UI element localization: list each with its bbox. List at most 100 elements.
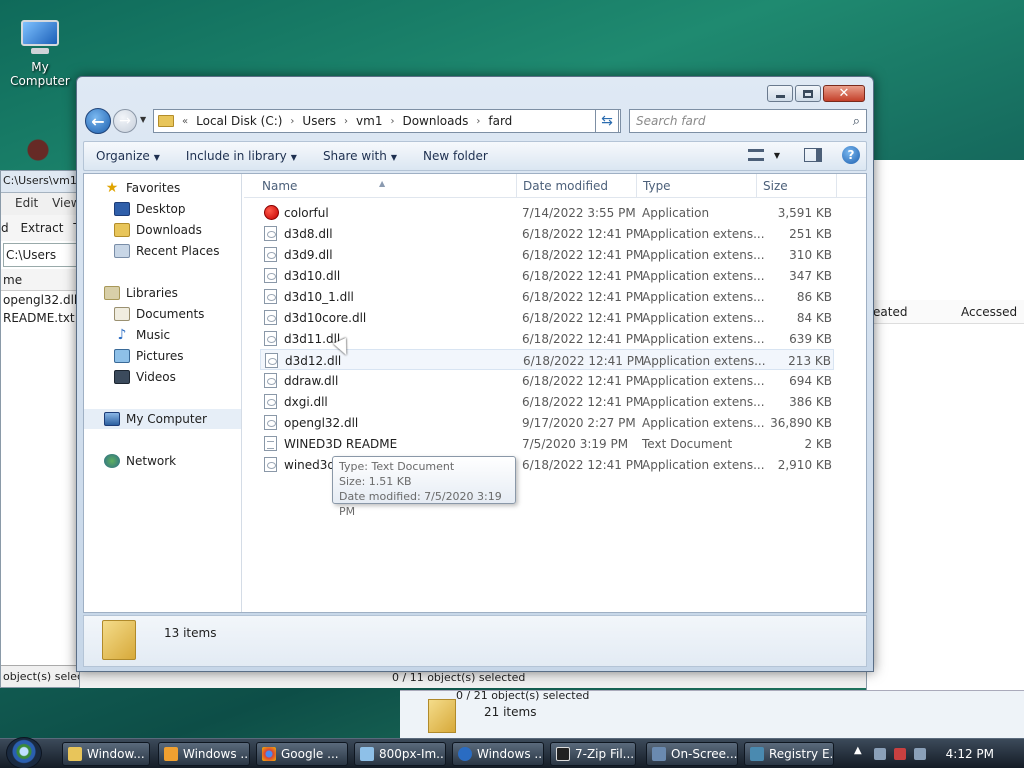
minimize-button[interactable] xyxy=(767,85,793,102)
background-window-right[interactable]: eated Accessed xyxy=(866,160,1024,690)
bg-list-item[interactable]: opengl32.dll xyxy=(1,291,79,309)
bg-menu-edit[interactable]: Edit xyxy=(15,196,38,210)
bg-col-name[interactable]: me xyxy=(1,269,79,291)
organize-button[interactable]: Organize ▼ xyxy=(84,149,174,163)
bg-list-item[interactable]: README.txt xyxy=(1,309,79,327)
media-player-icon xyxy=(164,747,178,761)
network-status-icon[interactable] xyxy=(874,748,886,760)
background-window-left[interactable]: C:\Users\vm1\ Edit View d Extract T C:\U… xyxy=(0,170,81,688)
taskbar-item[interactable]: On-Scree... xyxy=(646,742,738,766)
breadcrumb-item[interactable]: Users xyxy=(298,114,340,128)
taskbar-item[interactable]: Registry E... xyxy=(744,742,834,766)
taskbar-item[interactable]: Windows ... xyxy=(452,742,544,766)
address-bar[interactable]: « Local Disk (C:) › Users › vm1 › Downlo… xyxy=(153,109,621,133)
taskbar-label: 800px-Im... xyxy=(379,747,446,761)
desktop-icon-my-computer[interactable]: My Computer xyxy=(4,18,76,88)
file-row[interactable]: d3d10_1.dll 6/18/2022 12:41 PM Application… xyxy=(260,286,834,307)
nav-pictures[interactable]: Pictures xyxy=(114,346,184,366)
preview-pane-icon[interactable] xyxy=(804,148,822,162)
nav-network[interactable]: Network xyxy=(104,451,176,471)
dll-file-icon xyxy=(264,331,277,346)
nav-desktop[interactable]: Desktop xyxy=(114,199,186,219)
nav-my-computer[interactable]: My Computer xyxy=(84,409,241,429)
bg-col-created[interactable]: eated xyxy=(873,305,907,319)
libraries-icon xyxy=(104,286,120,300)
file-type: Application extens... xyxy=(642,416,765,430)
chevron-right-icon[interactable]: › xyxy=(340,116,352,127)
documents-icon xyxy=(114,307,130,321)
back-button[interactable]: ← xyxy=(85,108,111,134)
search-input[interactable]: Search fard ⌕ xyxy=(629,109,867,133)
file-date: 6/18/2022 12:41 PM xyxy=(522,332,644,346)
arrow-right-icon: → xyxy=(119,113,131,129)
nav-label: Music xyxy=(136,328,171,342)
views-icon[interactable] xyxy=(747,149,764,161)
file-row[interactable]: WINED3D README 7/5/2020 3:19 PM Text Docum… xyxy=(260,433,834,454)
taskbar-item[interactable]: Windows ... xyxy=(158,742,250,766)
column-date-modified[interactable]: Date modified xyxy=(523,179,608,193)
bg-col-accessed[interactable]: Accessed xyxy=(961,305,1017,319)
security-alert-icon[interactable] xyxy=(894,748,906,760)
start-button[interactable] xyxy=(6,737,42,768)
chevron-right-icon[interactable]: › xyxy=(472,116,484,127)
explorer-window[interactable]: ✕ ← → ▼ « Local Disk (C:) › Users › vm1 … xyxy=(76,76,874,672)
column-size[interactable]: Size xyxy=(763,179,788,193)
chevron-up-icon[interactable]: ▲ xyxy=(854,745,862,756)
file-row[interactable]: opengl32.dll 9/17/2020 2:27 PM Application… xyxy=(260,412,834,433)
taskbar-item[interactable]: Google ... xyxy=(256,742,348,766)
help-icon[interactable]: ? xyxy=(842,146,860,164)
file-type: Application extens... xyxy=(642,332,765,346)
nav-recent-places[interactable]: Recent Places xyxy=(114,241,219,261)
breadcrumb-item[interactable]: Downloads xyxy=(398,114,472,128)
search-icon[interactable]: ⌕ xyxy=(853,114,860,129)
nav-libraries[interactable]: Libraries xyxy=(104,283,178,303)
taskbar-item[interactable]: 7-Zip Fil... xyxy=(550,742,636,766)
breadcrumb-item[interactable]: vm1 xyxy=(352,114,386,128)
file-type: Application extens... xyxy=(642,395,765,409)
file-row[interactable]: ddraw.dll 6/18/2022 12:41 PM Application e… xyxy=(260,370,834,391)
nav-music[interactable]: ♪ Music xyxy=(114,325,171,345)
taskbar-item[interactable]: Window... xyxy=(62,742,150,766)
file-row[interactable]: d3d10.dll 6/18/2022 12:41 PM Application e… xyxy=(260,265,834,286)
include-in-library-button[interactable]: Include in library ▼ xyxy=(174,149,311,163)
chevron-right-icon[interactable]: › xyxy=(286,116,298,127)
breadcrumb-overflow[interactable]: « xyxy=(178,116,192,127)
nav-favorites[interactable]: ★ Favorites xyxy=(104,178,181,198)
chevron-down-icon[interactable]: ▼ xyxy=(774,151,780,160)
breadcrumb-item[interactable]: Local Disk (C:) xyxy=(192,114,286,128)
bg-path-input[interactable]: C:\Users xyxy=(3,243,77,267)
file-name: d3d12.dll xyxy=(285,354,342,368)
close-button[interactable]: ✕ xyxy=(823,85,865,102)
dll-file-icon xyxy=(265,353,278,368)
file-row[interactable]: d3d10core.dll 6/18/2022 12:41 PM Applicati… xyxy=(260,307,834,328)
nav-downloads[interactable]: Downloads xyxy=(114,220,202,240)
share-with-button[interactable]: Share with ▼ xyxy=(311,149,411,163)
file-row[interactable]: colorful 7/14/2022 3:55 PM Application 3,59… xyxy=(260,202,834,223)
file-row[interactable]: dxgi.dll 6/18/2022 12:41 PM Application ex… xyxy=(260,391,834,412)
recent-pages-dropdown[interactable]: ▼ xyxy=(140,115,146,124)
file-row[interactable]: d3d9.dll 6/18/2022 12:41 PM Application ex… xyxy=(260,244,834,265)
taskbar-item[interactable]: 800px-Im... xyxy=(354,742,446,766)
refresh-button[interactable]: ⇆ xyxy=(595,109,619,133)
folder-icon xyxy=(68,747,82,761)
maximize-button[interactable] xyxy=(795,85,821,102)
computer-icon xyxy=(17,18,63,56)
bg-tool-extract[interactable]: Extract xyxy=(20,221,63,235)
taskbar-label: 7-Zip Fil... xyxy=(575,747,635,761)
bg-tool-partial[interactable]: d xyxy=(1,221,9,235)
forward-button[interactable]: → xyxy=(113,109,137,133)
column-type[interactable]: Type xyxy=(643,179,671,193)
include-in-library-label: Include in library xyxy=(185,149,287,163)
chevron-right-icon[interactable]: › xyxy=(386,116,398,127)
column-name[interactable]: Name xyxy=(262,179,297,193)
nav-videos[interactable]: Videos xyxy=(114,367,176,387)
nav-documents[interactable]: Documents xyxy=(114,304,204,324)
volume-icon[interactable] xyxy=(914,748,926,760)
file-tooltip: Type: Text Document Size: 1.51 KB Date m… xyxy=(332,456,516,518)
breadcrumb-item[interactable]: fard xyxy=(484,114,516,128)
file-date: 6/18/2022 12:41 PM xyxy=(523,354,645,368)
new-folder-button[interactable]: New folder xyxy=(411,149,502,163)
search-placeholder: Search fard xyxy=(636,114,706,128)
clock[interactable]: 4:12 PM xyxy=(946,747,994,761)
file-row[interactable]: d3d8.dll 6/18/2022 12:41 PM Application ex… xyxy=(260,223,834,244)
